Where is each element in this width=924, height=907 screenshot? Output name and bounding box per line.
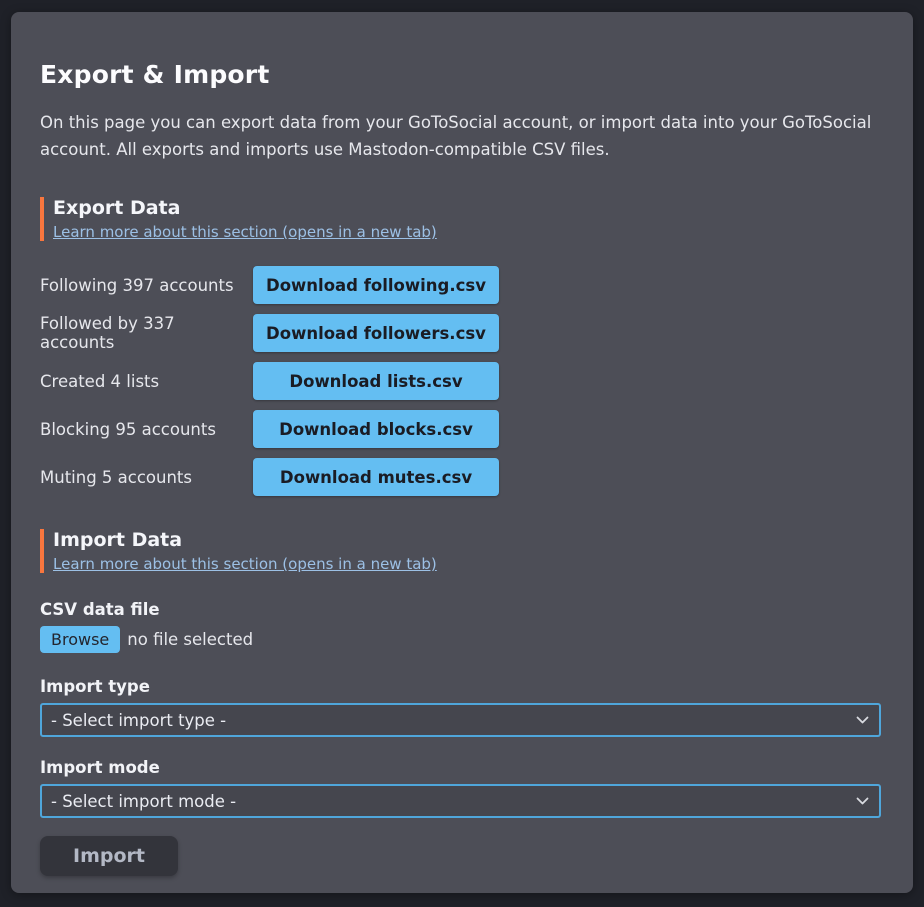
chevron-down-icon [856,797,869,806]
download-followers-button[interactable]: Download followers.csv [253,314,499,352]
export-learn-more-link[interactable]: Learn more about this section (opens in … [53,223,437,241]
file-status-text: no file selected [127,630,253,649]
import-learn-more-link[interactable]: Learn more about this section (opens in … [53,555,437,573]
import-section-heading: Import Data [53,529,882,551]
download-mutes-button[interactable]: Download mutes.csv [253,458,499,496]
export-row-label: Following 397 accounts [40,276,253,295]
export-row-label: Muting 5 accounts [40,468,253,487]
export-row-mutes: Muting 5 accounts Download mutes.csv [40,458,882,496]
import-type-selected-value: - Select import type - [51,711,226,730]
import-section-header: Import Data Learn more about this sectio… [40,529,882,573]
page-title: Export & Import [40,60,882,89]
export-section-heading: Export Data [53,197,882,219]
export-rows: Following 397 accounts Download followin… [40,266,882,496]
download-lists-button[interactable]: Download lists.csv [253,362,499,400]
import-mode-selected-value: - Select import mode - [51,792,236,811]
export-row-label: Followed by 337 accounts [40,314,253,352]
export-row-blocks: Blocking 95 accounts Download blocks.csv [40,410,882,448]
page-background: { "page": { "title": "Export & Import", … [0,0,924,907]
import-mode-label: Import mode [40,758,882,777]
export-row-lists: Created 4 lists Download lists.csv [40,362,882,400]
download-following-button[interactable]: Download following.csv [253,266,499,304]
download-blocks-button[interactable]: Download blocks.csv [253,410,499,448]
export-section-header: Export Data Learn more about this sectio… [40,197,882,241]
csv-file-input: Browse no file selected [40,626,882,653]
chevron-down-icon [856,716,869,725]
export-row-label: Blocking 95 accounts [40,420,253,439]
export-row-following: Following 397 accounts Download followin… [40,266,882,304]
export-import-panel: Export & Import On this page you can exp… [11,12,913,893]
import-mode-select[interactable]: - Select import mode - [40,784,881,818]
import-type-label: Import type [40,677,882,696]
csv-file-label: CSV data file [40,600,882,619]
browse-button[interactable]: Browse [40,626,120,653]
export-row-label: Created 4 lists [40,372,253,391]
import-submit-button[interactable]: Import [40,836,178,876]
import-type-select[interactable]: - Select import type - [40,703,881,737]
page-description: On this page you can export data from yo… [40,109,882,163]
export-row-followers: Followed by 337 accounts Download follow… [40,314,882,352]
